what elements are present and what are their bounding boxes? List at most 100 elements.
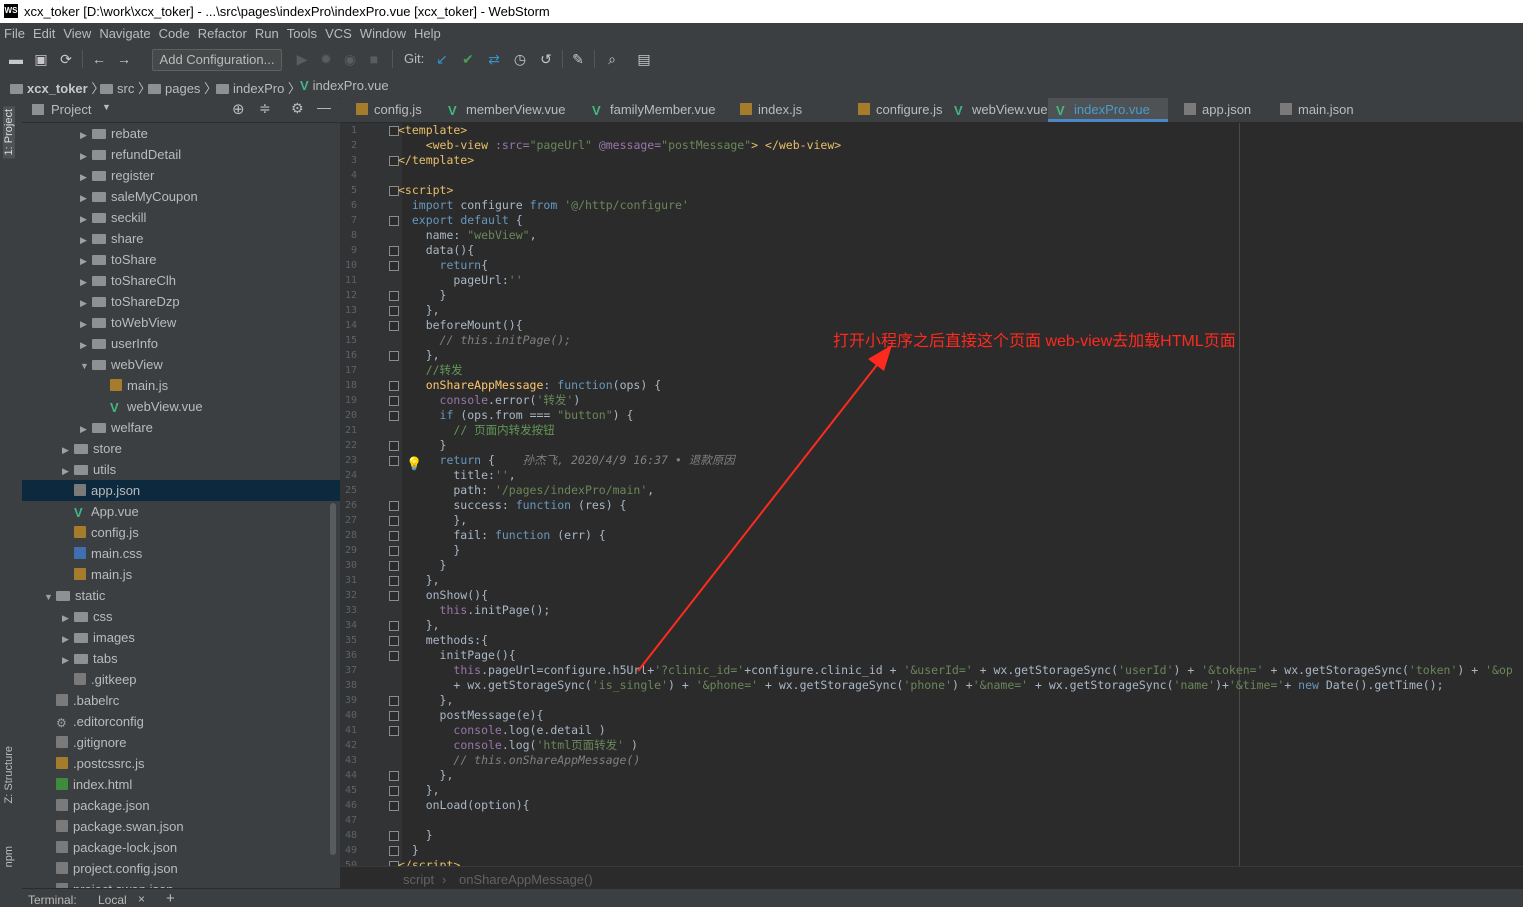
tree-item-webview[interactable]: ▼ webView [22,354,390,375]
gear-icon[interactable]: ⚙ [291,100,304,117]
tree-item-seckill[interactable]: ▶ seckill [22,207,390,228]
collapse-arrow-icon[interactable]: ▶ [80,272,92,293]
tab-app-json[interactable]: app.json [1176,98,1264,122]
tree-item-postcssrc-js[interactable]: .postcssrc.js [22,753,354,774]
tree-item-tabs[interactable]: ▶ tabs [22,648,372,669]
tab-indexpro-vue[interactable]: VindexPro.vue [1048,98,1168,122]
tree-item-salemycoupon[interactable]: ▶ saleMyCoupon [22,186,390,207]
collapse-arrow-icon[interactable]: ▶ [62,461,74,482]
git-commit-icon[interactable]: ✔ [460,51,476,67]
open-folder-icon[interactable]: ▬ [8,51,24,67]
collapse-arrow-icon[interactable]: ▶ [80,167,92,188]
breadcrumb-pages[interactable]: pages 〉 [148,78,217,97]
tree-item-main-css[interactable]: main.css [22,543,372,564]
menu-edit[interactable]: Edit [29,23,59,45]
expand-arrow-icon[interactable]: ▼ [80,356,92,377]
collapse-arrow-icon[interactable]: ▶ [62,650,74,671]
crumb-function[interactable]: onShareAppMessage() [459,872,593,887]
tree-item-config-js[interactable]: config.js [22,522,372,543]
npm-tool-tab[interactable]: npm [3,846,15,867]
tree-item-toshareclh[interactable]: ▶ toShareClh [22,270,390,291]
tree-item-app-vue[interactable]: V App.vue [22,501,372,522]
tab-configure-js[interactable]: configure.js [850,98,942,122]
collapse-all-icon[interactable]: ≑ [259,100,271,117]
collapse-arrow-icon[interactable]: ▶ [80,419,92,440]
tree-item-welfare[interactable]: ▶ welfare [22,417,390,438]
add-configuration-button[interactable]: Add Configuration... [152,49,282,71]
close-icon[interactable]: × [138,892,145,906]
menu-window[interactable]: Window [356,23,410,45]
tree-item-css[interactable]: ▶ css [22,606,372,627]
collapse-arrow-icon[interactable]: ▶ [80,230,92,251]
code-editor[interactable]: 1 2 3 4 5 6 7 8 9 10 11 12 13 14 15 16 17 18 19 20 21 22 23 24 2… [340,123,1523,866]
tab-memberview-vue[interactable]: VmemberView.vue [440,98,576,122]
tab-index-js[interactable]: index.js [732,98,842,122]
tree-item-tosharedzp[interactable]: ▶ toShareDzp [22,291,390,312]
tree-item-babelrc[interactable]: .babelrc [22,690,354,711]
back-arrow-icon[interactable]: ← [91,51,107,67]
project-structure-icon[interactable]: ▤ [636,51,652,67]
collapse-arrow-icon[interactable]: ▶ [80,209,92,230]
tree-item-static[interactable]: ▼ static [22,585,354,606]
tree-item-gitkeep[interactable]: .gitkeep [22,669,372,690]
search-icon[interactable]: ⌕ [604,51,620,67]
coverage-icon[interactable]: ◉ [342,51,358,67]
tree-item-towebview[interactable]: ▶ toWebView [22,312,390,333]
breadcrumb-src[interactable]: src 〉 [100,78,151,97]
tree-item-project-config-json[interactable]: project.config.json [22,858,354,879]
tree-item-package-swan-json[interactable]: package.swan.json [22,816,354,837]
tree-item-editorconfig[interactable]: ⚙ .editorconfig [22,711,354,732]
breadcrumb-indexpro[interactable]: indexPro 〉 [216,78,301,97]
tree-item-index-html[interactable]: index.html [22,774,354,795]
tree-item-package-json[interactable]: package.json [22,795,354,816]
save-all-icon[interactable]: ▣ [33,51,49,67]
forward-arrow-icon[interactable]: → [116,51,132,67]
tree-item-package-lock-json[interactable]: package-lock.json [22,837,354,858]
project-tool-tab[interactable]: 1: Project [3,106,15,159]
settings-wrench-icon[interactable]: ✎ [570,51,586,67]
project-view-selector[interactable]: Project [51,102,91,117]
menu-run[interactable]: Run [251,23,283,45]
sync-icon[interactable]: ⟳ [58,51,74,67]
collapse-arrow-icon[interactable]: ▶ [62,608,74,629]
tree-item-gitignore[interactable]: .gitignore [22,732,354,753]
collapse-arrow-icon[interactable]: ▶ [80,293,92,314]
collapse-arrow-icon[interactable]: ▶ [80,251,92,272]
tab-config-js[interactable]: config.js [348,98,432,122]
menu-refactor[interactable]: Refactor [194,23,251,45]
run-icon[interactable]: ▶ [294,51,310,67]
tab-familymember-vue[interactable]: VfamilyMember.vue [584,98,724,122]
tab-webview-vue[interactable]: VwebView.vue [946,98,1048,122]
menu-vcs[interactable]: VCS [321,23,356,45]
add-terminal-icon[interactable]: + [166,890,175,907]
git-update-icon[interactable]: ↙ [434,51,450,67]
menu-view[interactable]: View [59,23,95,45]
structure-tool-tab[interactable]: Z: Structure [3,746,15,803]
tree-item-refunddetail[interactable]: ▶ refundDetail [22,144,390,165]
collapse-arrow-icon[interactable]: ▶ [80,146,92,167]
tree-item-images[interactable]: ▶ images [22,627,372,648]
rollback-icon[interactable]: ↺ [538,51,554,67]
git-compare-icon[interactable]: ⇄ [486,51,502,67]
hide-panel-icon[interactable]: — [317,99,331,115]
collapse-arrow-icon[interactable]: ▶ [62,440,74,461]
breadcrumb-file[interactable]: VindexPro.vue [300,78,389,93]
tree-item-utils[interactable]: ▶ utils [22,459,372,480]
collapse-arrow-icon[interactable]: ▶ [80,125,92,146]
tree-item-share[interactable]: ▶ share [22,228,390,249]
collapse-arrow-icon[interactable]: ▶ [80,314,92,335]
collapse-arrow-icon[interactable]: ▶ [80,335,92,356]
history-icon[interactable]: ◷ [512,51,528,67]
intention-bulb-icon[interactable]: 💡 [406,456,422,472]
chevron-down-icon[interactable]: ▼ [102,102,111,112]
crumb-script[interactable]: script [403,872,434,887]
breadcrumb-project[interactable]: xcx_toker 〉 [10,78,104,97]
tree-item-main-js[interactable]: main.js [22,564,372,585]
expand-arrow-icon[interactable]: ▼ [44,587,56,608]
debug-icon[interactable]: ✹ [318,51,334,67]
tree-item-toshare[interactable]: ▶ toShare [22,249,390,270]
collapse-arrow-icon[interactable]: ▶ [62,629,74,650]
menu-file[interactable]: File [0,23,29,45]
tab-main-json[interactable]: main.json [1272,98,1362,122]
menu-navigate[interactable]: Navigate [95,23,154,45]
